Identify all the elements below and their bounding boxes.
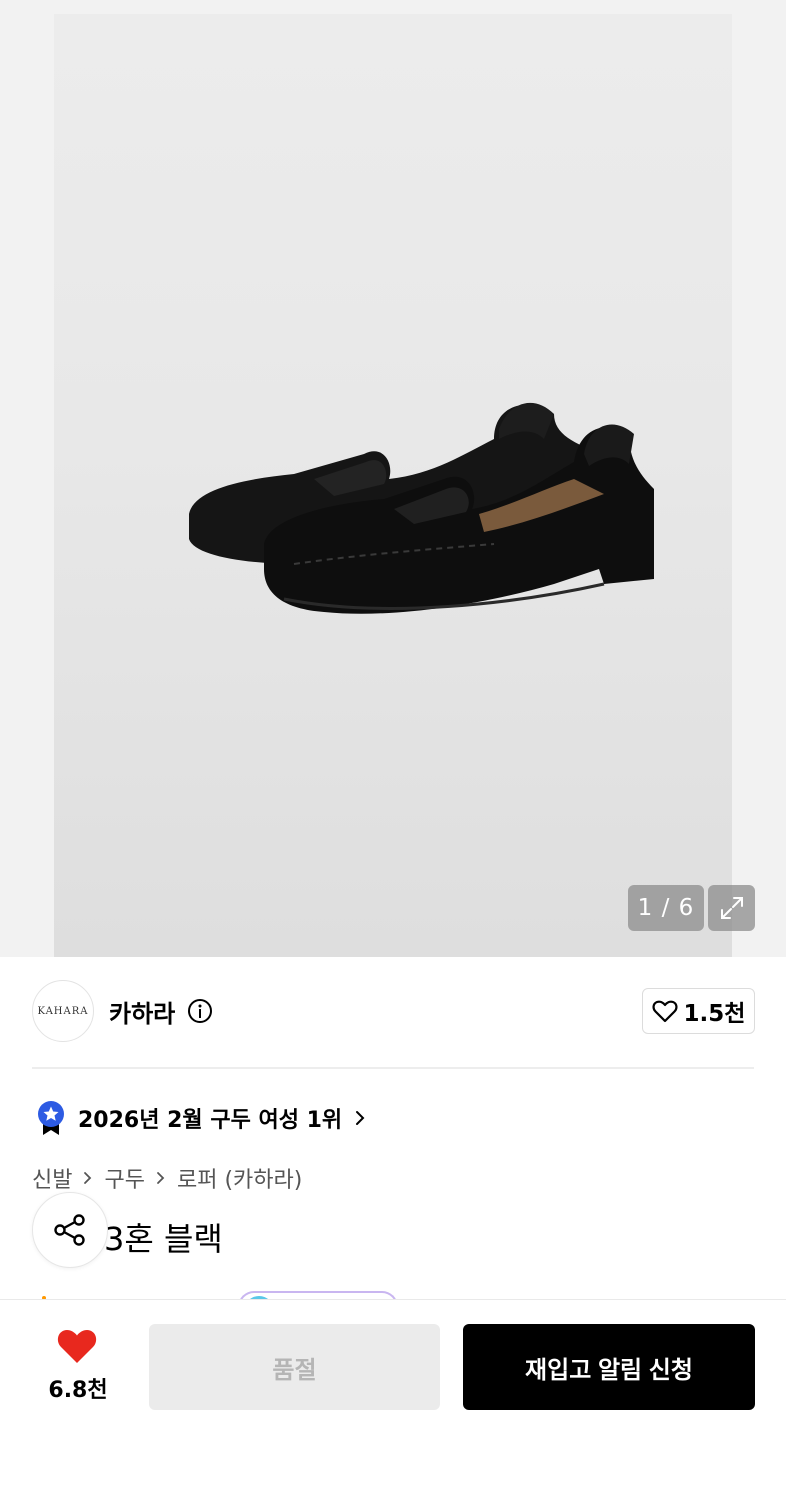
breadcrumb: 신발 구두 로퍼 (카하라): [32, 1162, 302, 1194]
rank-badge-icon: [38, 1101, 64, 1135]
product-photo: [189, 402, 654, 614]
share-icon: [54, 1214, 85, 1246]
product-image-gallery[interactable]: 1 / 6: [0, 0, 786, 957]
ranking-text: 2026년 2월 구두 여성 1위: [78, 1108, 343, 1133]
soldout-button[interactable]: 품절: [149, 1324, 440, 1410]
brand-like-count: 1.5천: [683, 1001, 746, 1027]
image-page-counter: 1 / 6: [628, 885, 704, 931]
brand-row: KAHARA 카하라 1.5천: [32, 980, 755, 1044]
favorite-count: 6.8천: [48, 1378, 108, 1403]
chevron-right-icon: [157, 1172, 165, 1184]
info-icon[interactable]: [187, 998, 213, 1024]
share-button[interactable]: [32, 1192, 108, 1268]
heart-filled-icon[interactable]: [56, 1327, 98, 1365]
brand-logo[interactable]: KAHARA: [32, 980, 94, 1042]
divider: [32, 1067, 754, 1069]
breadcrumb-item-dress-shoes[interactable]: 구두: [104, 1162, 144, 1194]
ranking-link[interactable]: 2026년 2월 구두 여성 1위: [36, 1100, 366, 1136]
heart-outline-icon: [652, 1000, 678, 1023]
brand-like-button[interactable]: 1.5천: [642, 988, 755, 1034]
chevron-right-icon: [356, 1111, 365, 1125]
product-title: 3혼 블랙: [104, 1220, 223, 1258]
product-image[interactable]: [54, 14, 732, 957]
expand-image-button[interactable]: [708, 885, 755, 931]
restock-alert-button[interactable]: 재입고 알림 신청: [463, 1324, 755, 1410]
brand-name[interactable]: 카하라: [109, 994, 175, 1029]
chevron-right-icon: [84, 1172, 92, 1184]
breadcrumb-item-loafer[interactable]: 로퍼 (카하라): [177, 1162, 302, 1194]
breadcrumb-item-shoes[interactable]: 신발: [32, 1162, 72, 1194]
expand-icon: [720, 897, 743, 919]
